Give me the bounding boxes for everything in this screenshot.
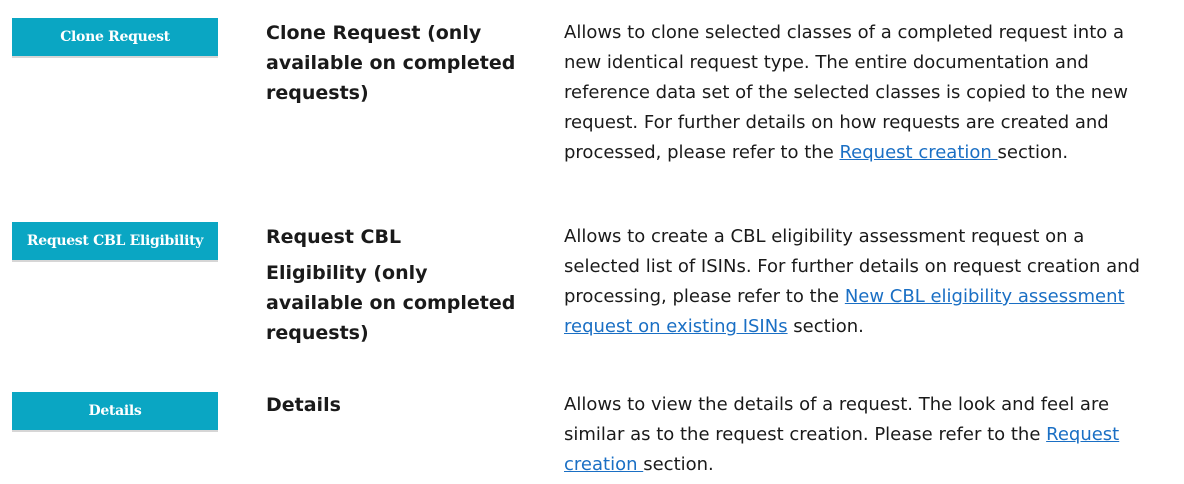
row-title: Details [266,390,516,420]
description-text-end: section. [787,316,864,337]
request-cbl-eligibility-button[interactable]: Request CBL Eligibility [12,222,218,260]
row-title: Request CBL Eligibility (only available … [266,222,516,348]
description-text-end: section. [997,142,1069,163]
row-description: Allows to clone selected classes of a co… [564,18,1164,168]
row-description: Allows to create a CBL eligibility asses… [564,222,1164,342]
row-title-line: Clone Request (only available on complet… [266,22,516,104]
row-title-line: Request CBL [266,226,402,248]
row-title-line: Eligibility (only available on completed… [266,262,516,344]
row-title-line: Details [266,394,341,416]
clone-request-button[interactable]: Clone Request [12,18,218,56]
details-button[interactable]: Details [12,392,218,430]
description-text: Allows to view the details of a request.… [564,394,1110,445]
row-description: Allows to view the details of a request.… [564,390,1164,480]
request-creation-link[interactable]: Request creation [839,142,997,163]
row-title: Clone Request (only available on complet… [266,18,516,108]
description-text-end: section. [643,454,714,475]
